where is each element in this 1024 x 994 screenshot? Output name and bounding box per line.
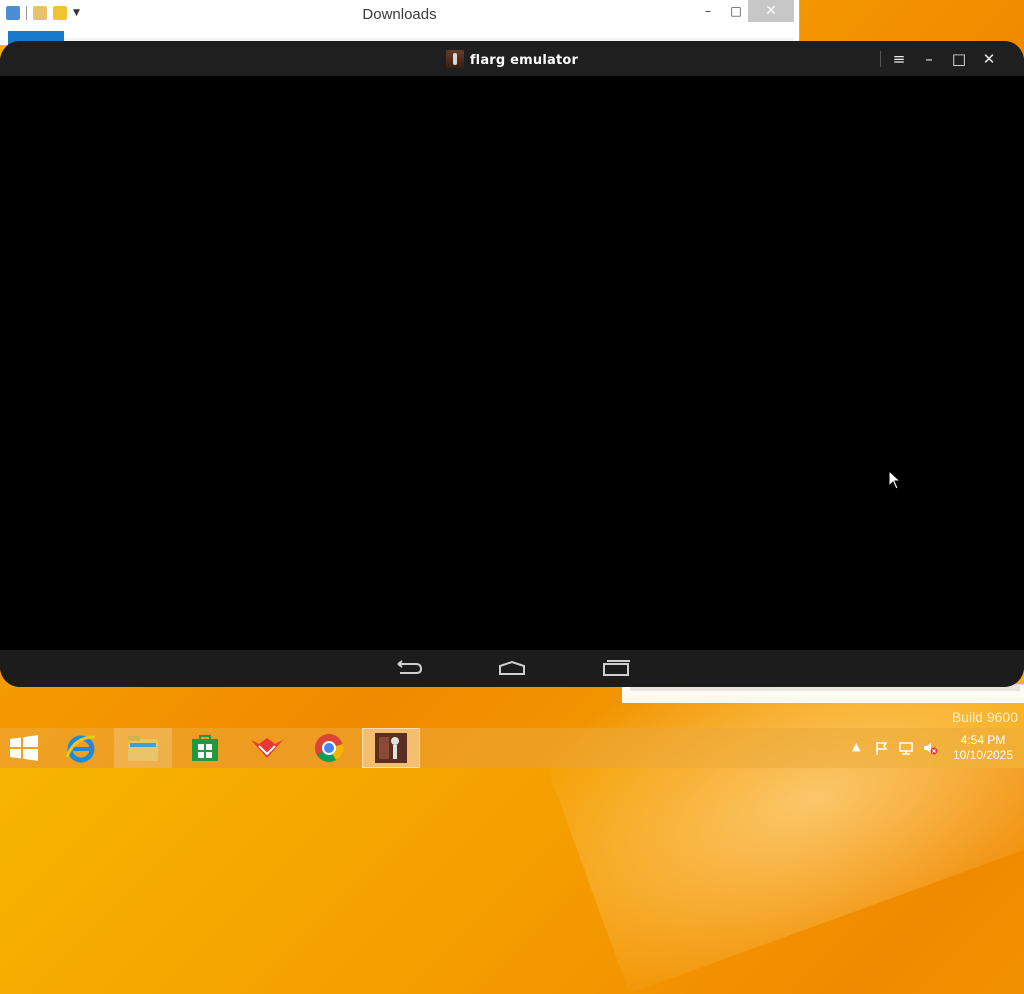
close-button[interactable]: ✕ bbox=[748, 0, 794, 22]
file-explorer-window[interactable]: ▼ Downloads – □ ✕ bbox=[0, 0, 800, 45]
taskbar-file-explorer[interactable] bbox=[114, 728, 172, 768]
emulator-title-text: flarg emulator bbox=[469, 53, 579, 68]
clock-time: 4:54 PM bbox=[960, 733, 1006, 747]
emulator-window[interactable]: flarg emulator ≡ – □ ✕ bbox=[0, 41, 1024, 687]
maximize-icon[interactable]: □ bbox=[947, 49, 971, 69]
volume-muted-icon[interactable] bbox=[922, 740, 938, 756]
emulator-titlebar[interactable]: flarg emulator ≡ – □ ✕ bbox=[0, 41, 1024, 76]
folder-icon bbox=[128, 736, 158, 761]
mouse-cursor-icon bbox=[888, 470, 902, 490]
close-icon[interactable]: ✕ bbox=[977, 49, 1001, 69]
internet-explorer-icon bbox=[65, 735, 96, 763]
clock-date: 10/10/2025 bbox=[952, 748, 1014, 762]
recent-apps-icon[interactable] bbox=[601, 658, 631, 678]
titlebar-divider bbox=[880, 51, 881, 67]
store-icon bbox=[192, 735, 218, 761]
emulator-title: flarg emulator bbox=[0, 50, 1024, 68]
build-watermark: Build 9600 bbox=[951, 709, 1018, 725]
taskbar-flarg-emulator[interactable] bbox=[362, 728, 420, 768]
taskbar-internet-explorer[interactable] bbox=[52, 728, 110, 768]
android-navigation-bar bbox=[0, 650, 1024, 687]
back-icon[interactable] bbox=[394, 658, 424, 678]
fox-icon bbox=[251, 738, 283, 758]
chrome-icon bbox=[315, 734, 344, 762]
window-title: Downloads bbox=[362, 6, 437, 23]
minimize-icon[interactable]: – bbox=[917, 49, 941, 69]
emulator-screen[interactable] bbox=[0, 76, 1024, 650]
maximize-button[interactable]: □ bbox=[726, 0, 746, 22]
home-icon[interactable] bbox=[497, 658, 527, 678]
taskbar: ▲ 4:54 PM 10/10/2025 bbox=[0, 728, 1024, 768]
emulator-app-icon bbox=[445, 50, 464, 68]
minimize-button[interactable]: – bbox=[698, 0, 718, 22]
taskbar-store[interactable] bbox=[176, 728, 234, 768]
menu-icon[interactable]: ≡ bbox=[887, 49, 911, 69]
system-clock[interactable]: 4:54 PM 10/10/2025 bbox=[946, 733, 1020, 763]
taskbar-chrome[interactable] bbox=[300, 728, 358, 768]
show-hidden-icons[interactable]: ▲ bbox=[852, 740, 860, 756]
action-center-flag-icon[interactable] bbox=[874, 740, 890, 756]
network-icon[interactable] bbox=[898, 740, 914, 756]
taskbar-fox-app[interactable] bbox=[238, 728, 296, 768]
emulator-app-icon bbox=[375, 733, 407, 763]
windows-start-icon[interactable] bbox=[8, 734, 40, 762]
